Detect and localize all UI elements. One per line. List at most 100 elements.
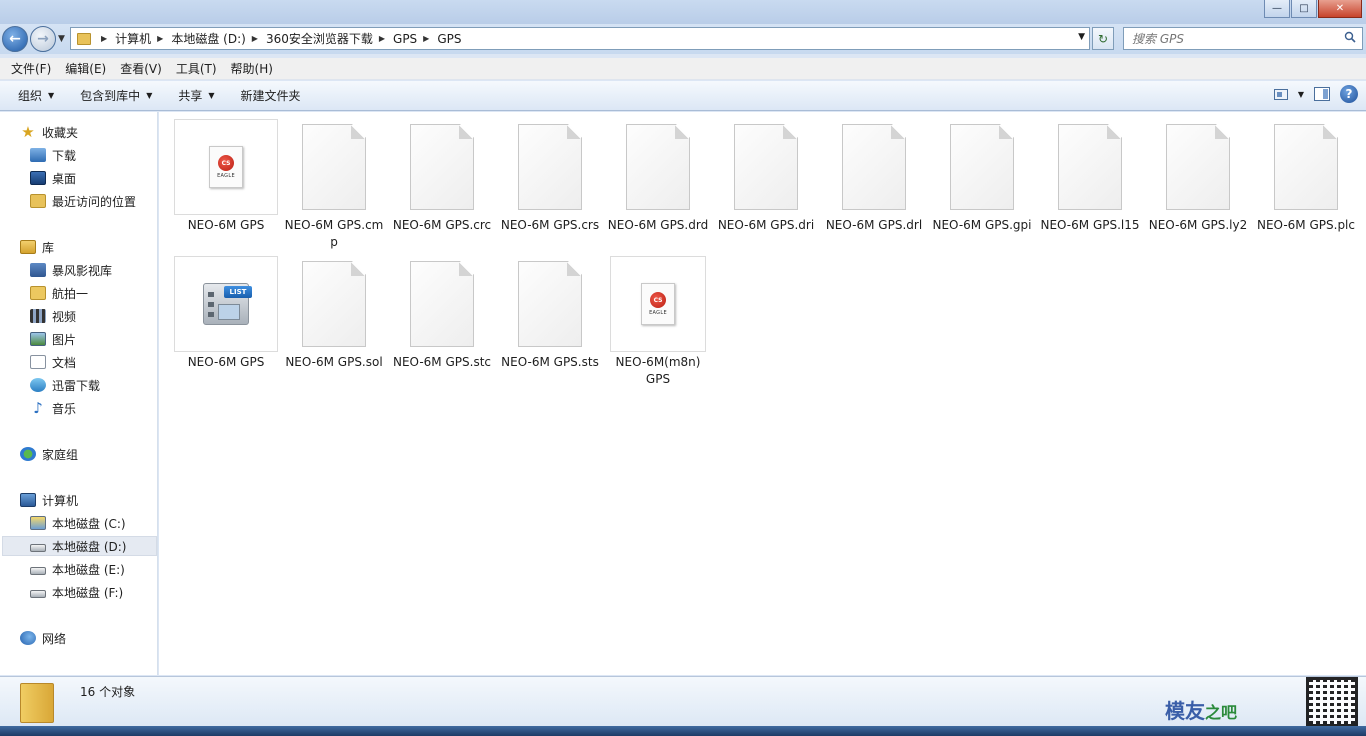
nav-aerial[interactable]: 航拍一 <box>30 283 88 303</box>
close-button[interactable]: ✕ <box>1318 0 1362 18</box>
refresh-icon: ↻ <box>1097 31 1109 46</box>
file-item[interactable]: NEO-6M GPS.plc <box>1254 119 1358 253</box>
file-thumbnail <box>930 119 1034 215</box>
nav-desktop[interactable]: 桌面 <box>30 168 76 188</box>
nav-drive-d[interactable]: 本地磁盘 (D:) <box>2 536 157 556</box>
menu-help[interactable]: 帮助(H) <box>226 60 278 77</box>
refresh-button[interactable]: ↻ <box>1092 27 1114 50</box>
file-item[interactable]: NEO-6M GPS.cmp <box>282 119 386 253</box>
share-label: 共享 <box>178 89 203 103</box>
file-name: NEO-6M GPS.stc <box>393 355 491 369</box>
file-name: NEO-6M GPS.sts <box>501 355 599 369</box>
command-bar: 组织 ▼ 包含到库中 ▼ 共享 ▼ 新建文件夹 ▼ ? <box>0 81 1366 111</box>
blank-file-icon <box>302 124 366 210</box>
nav-network[interactable]: 网络 <box>20 628 66 648</box>
file-thumbnail <box>282 256 386 352</box>
search-input[interactable] <box>1132 31 1332 46</box>
nav-homegroup[interactable]: 家庭组 <box>20 444 78 464</box>
nav-drive-c[interactable]: 本地磁盘 (C:) <box>30 513 126 533</box>
back-arrow-icon: ← <box>9 31 21 47</box>
file-item[interactable]: NEO-6M GPS.drd <box>606 119 710 253</box>
forward-button[interactable]: → <box>30 26 56 52</box>
file-item[interactable]: LIST NEO-6M GPS <box>174 256 278 390</box>
help-icon[interactable]: ? <box>1340 85 1358 103</box>
file-item[interactable]: NEO-6M GPS.stc <box>390 256 494 390</box>
menu-tools[interactable]: 工具(T) <box>171 60 222 77</box>
nav-music[interactable]: ♪ 音乐 <box>30 398 76 418</box>
menu-bar: 文件(F) 编辑(E) 查看(V) 工具(T) 帮助(H) <box>0 58 1366 80</box>
file-item[interactable]: NEO-6M GPS.sts <box>498 256 602 390</box>
blank-file-icon <box>626 124 690 210</box>
nav-favorites[interactable]: ★ 收藏夹 <box>20 122 78 142</box>
drive-icon <box>30 590 46 598</box>
breadcrumb-chevron-icon[interactable]: ▶ <box>157 34 163 43</box>
nav-computer[interactable]: 计算机 <box>20 490 78 510</box>
change-view-icon[interactable] <box>1273 88 1288 100</box>
file-thumbnail <box>498 256 602 352</box>
drive-icon <box>30 567 46 575</box>
nav-recent[interactable]: 最近访问的位置 <box>30 191 136 211</box>
breadcrumb-gps[interactable]: GPS <box>393 32 417 46</box>
desktop-icon <box>30 171 46 185</box>
file-thumbnail <box>1038 119 1142 215</box>
breadcrumb-drive-d[interactable]: 本地磁盘 (D:) <box>171 30 245 47</box>
nav-documents[interactable]: 文档 <box>30 352 76 372</box>
maximize-button[interactable]: □ <box>1291 0 1317 18</box>
file-name: NEO-6M GPS.drl <box>825 218 923 232</box>
breadcrumb-chevron-icon[interactable]: ▶ <box>252 34 258 43</box>
breadcrumb-gps-current[interactable]: GPS <box>437 32 461 46</box>
nav-label: 本地磁盘 (C:) <box>52 516 126 531</box>
breadcrumb-computer[interactable]: 计算机 <box>115 30 151 47</box>
caret-down-icon: ▼ <box>146 91 153 100</box>
search-box[interactable] <box>1123 27 1363 50</box>
nav-downloads[interactable]: 下载 <box>30 145 76 165</box>
menu-edit[interactable]: 编辑(E) <box>60 60 111 77</box>
nav-label: 网络 <box>42 631 67 646</box>
organize-button[interactable]: 组织 ▼ <box>10 87 62 104</box>
recent-pages-dropdown[interactable]: ▼ <box>58 34 65 44</box>
blank-file-icon <box>518 124 582 210</box>
breadcrumb-chevron-icon[interactable]: ▶ <box>379 34 385 43</box>
search-icon[interactable] <box>1344 31 1356 43</box>
file-item[interactable]: NEO-6M GPS.crs <box>498 119 602 253</box>
breadcrumb-downloads[interactable]: 360安全浏览器下载 <box>266 30 373 47</box>
homegroup-icon <box>20 447 36 461</box>
breadcrumb-chevron-icon[interactable]: ▶ <box>423 34 429 43</box>
nav-drive-f[interactable]: 本地磁盘 (F:) <box>30 582 123 602</box>
share-button[interactable]: 共享 ▼ <box>170 87 222 104</box>
file-item[interactable]: NEO-6M GPS.dri <box>714 119 818 253</box>
include-library-button[interactable]: 包含到库中 ▼ <box>72 87 160 104</box>
file-item[interactable]: CS EAGLE NEO-6M(m8n) GPS <box>610 256 706 390</box>
minimize-button[interactable]: — <box>1264 0 1290 18</box>
file-item[interactable]: NEO-6M GPS.crc <box>390 119 494 253</box>
breadcrumb-chevron-icon[interactable]: ▶ <box>101 34 107 43</box>
nav-drive-e[interactable]: 本地磁盘 (E:) <box>30 559 125 579</box>
view-options-dropdown[interactable]: ▼ <box>1298 90 1304 99</box>
file-thumbnail <box>282 119 386 215</box>
nav-videos[interactable]: 视频 <box>30 306 76 326</box>
watermark-text: 模友 <box>1165 699 1205 723</box>
file-item[interactable]: NEO-6M GPS.l15 <box>1038 119 1142 253</box>
new-folder-button[interactable]: 新建文件夹 <box>233 87 309 104</box>
caret-down-icon: ▼ <box>208 91 215 100</box>
nav-libraries[interactable]: 库 <box>20 237 54 257</box>
nav-label: 计算机 <box>42 493 79 508</box>
menu-file[interactable]: 文件(F) <box>6 60 56 77</box>
preview-pane-icon[interactable] <box>1314 87 1330 101</box>
file-item[interactable]: NEO-6M GPS.sol <box>282 256 386 390</box>
blank-file-icon <box>842 124 906 210</box>
file-item[interactable]: NEO-6M GPS.ly2 <box>1146 119 1250 253</box>
file-name: NEO-6M GPS.crs <box>500 218 600 232</box>
nav-baofeng[interactable]: 暴风影视库 <box>30 260 112 280</box>
address-bar[interactable]: ▶ 计算机 ▶ 本地磁盘 (D:) ▶ 360安全浏览器下载 ▶ GPS ▶ G… <box>70 27 1090 50</box>
nav-thunder[interactable]: 迅雷下载 <box>30 375 100 395</box>
file-item[interactable]: NEO-6M GPS.gpi <box>930 119 1034 253</box>
folder-icon <box>30 286 46 300</box>
file-item[interactable]: CS EAGLE NEO-6M GPS <box>174 119 278 253</box>
nav-pictures[interactable]: 图片 <box>30 329 76 349</box>
back-button[interactable]: ← <box>2 26 28 52</box>
include-library-label: 包含到库中 <box>80 89 141 103</box>
address-history-dropdown[interactable]: ▼ <box>1078 32 1085 42</box>
menu-view[interactable]: 查看(V) <box>115 60 167 77</box>
file-item[interactable]: NEO-6M GPS.drl <box>822 119 926 253</box>
